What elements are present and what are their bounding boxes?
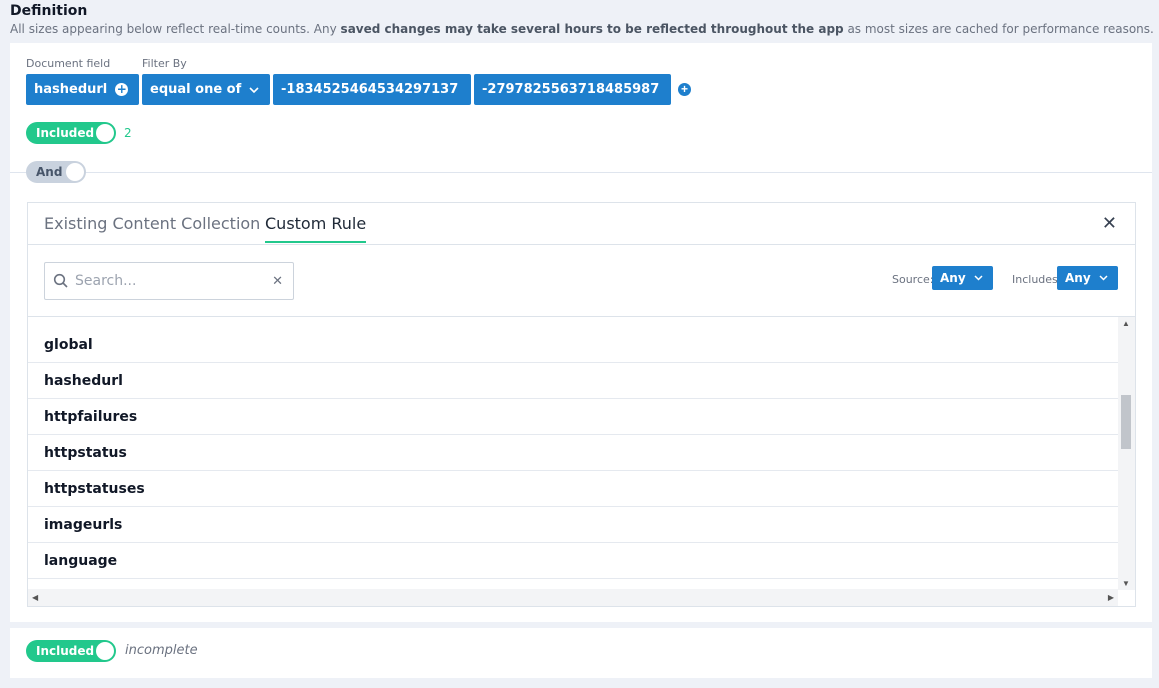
filter-by-label: Filter By <box>142 57 187 70</box>
filter-value: -1834525464534297137 <box>281 82 459 97</box>
clear-search-icon[interactable]: ✕ <box>272 273 283 289</box>
tab-existing-content-collection[interactable]: Existing Content Collection <box>44 214 260 241</box>
vertical-scrollbar[interactable]: ▲ ▼ <box>1118 317 1135 590</box>
toggle-knob <box>96 642 114 660</box>
close-icon[interactable]: ✕ <box>1102 213 1117 234</box>
includes-value: Any <box>1065 271 1091 285</box>
list-item[interactable]: hashedurl <box>28 363 1118 399</box>
search-icon <box>53 273 69 289</box>
list-item[interactable]: httpstatus <box>28 435 1118 471</box>
custom-rule-panel: Existing Content Collection Custom Rule … <box>27 202 1136 607</box>
chevron-down-icon <box>974 273 983 284</box>
rule-tabs: Existing Content Collection Custom Rule … <box>28 203 1135 245</box>
chevron-down-icon <box>1099 273 1108 284</box>
match-count: 2 <box>124 126 132 140</box>
horizontal-scrollbar[interactable]: ◀ ▶ <box>28 589 1118 606</box>
scroll-down-icon[interactable]: ▼ <box>1122 579 1130 588</box>
document-field-select[interactable]: hashedurl + <box>26 74 139 105</box>
filter-value-chip[interactable]: -2797825563718485987 ✕ <box>474 74 681 105</box>
notice-bold-text: saved changes may take several hours to … <box>340 22 844 36</box>
document-field-value: hashedurl <box>34 82 108 97</box>
included-toggle[interactable]: Included <box>26 640 116 662</box>
toggle-label: Included <box>36 644 95 658</box>
notice-text: All sizes appearing below reflect real-t… <box>10 22 341 36</box>
scroll-right-icon[interactable]: ▶ <box>1108 593 1114 602</box>
list-item[interactable]: language <box>28 543 1118 579</box>
and-toggle[interactable]: And <box>26 161 86 183</box>
list-item[interactable]: global <box>28 327 1118 363</box>
cache-notice: All sizes appearing below reflect real-t… <box>10 22 1154 36</box>
filter-value-chip[interactable]: -1834525464534297137 ✕ <box>273 74 480 105</box>
scroll-up-icon[interactable]: ▲ <box>1122 319 1130 328</box>
field-list: global hashedurl httpfailures httpstatus… <box>28 316 1135 606</box>
list-item[interactable]: httpfailures <box>28 399 1118 435</box>
page-title: Definition <box>10 3 88 19</box>
list-item[interactable]: httpstatuses <box>28 471 1118 507</box>
document-field-label: Document field <box>26 57 111 70</box>
toggle-label: And <box>36 165 63 179</box>
toggle-knob <box>96 124 114 142</box>
definition-header: Definition All sizes appearing below ref… <box>10 3 1154 36</box>
filter-panel: Document field Filter By hashedurl + equ… <box>10 43 1152 622</box>
notice-text-end: as most sizes are cached for performance… <box>843 22 1154 36</box>
operator-select[interactable]: equal one of <box>142 74 270 105</box>
search-input[interactable] <box>75 273 265 289</box>
chevron-down-icon <box>249 86 259 94</box>
source-value: Any <box>940 271 966 285</box>
add-value-icon[interactable]: + <box>678 83 691 96</box>
field-search[interactable]: ✕ <box>44 262 294 300</box>
scroll-left-icon[interactable]: ◀ <box>32 593 38 602</box>
source-label: Source: <box>892 273 934 286</box>
section-divider <box>10 172 1152 173</box>
second-rule-panel: Included incomplete <box>10 628 1152 678</box>
tab-custom-rule[interactable]: Custom Rule <box>265 214 367 243</box>
rule-status: incomplete <box>125 643 198 658</box>
operator-value: equal one of <box>150 82 242 97</box>
toggle-knob <box>66 163 84 181</box>
includes-label: Includes <box>1012 273 1058 286</box>
list-item[interactable]: imageurls <box>28 507 1118 543</box>
toggle-label: Included <box>36 126 95 140</box>
plus-circle-icon[interactable]: + <box>115 83 129 96</box>
scrollbar-thumb[interactable] <box>1121 395 1131 449</box>
included-toggle[interactable]: Included <box>26 122 116 144</box>
includes-dropdown[interactable]: Any <box>1057 266 1118 290</box>
filter-value: -2797825563718485987 <box>482 82 660 97</box>
source-dropdown[interactable]: Any <box>932 266 993 290</box>
